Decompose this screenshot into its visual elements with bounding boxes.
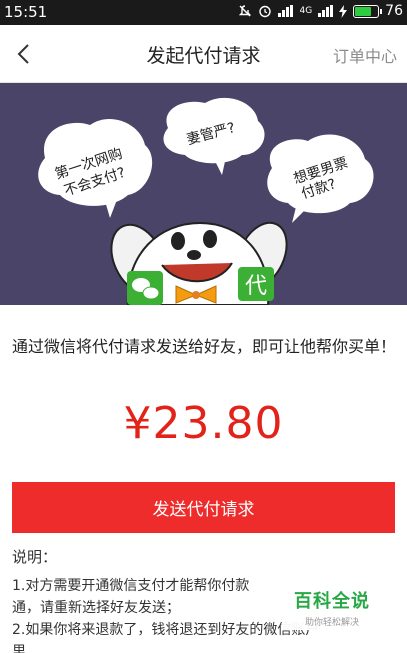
instructions-title: 说明：: [12, 548, 58, 566]
chevron-left-icon[interactable]: [10, 39, 40, 69]
mute-icon: [239, 5, 252, 17]
battery-level: 76: [385, 3, 403, 19]
battery-fill: [355, 6, 372, 16]
status-icons: 4G 76: [238, 3, 403, 19]
watermark-overlay: 百科全说 助你轻松解决: [282, 579, 382, 630]
order-center-link[interactable]: 订单中心: [333, 43, 397, 67]
speech-bubble-2: 妻管严?: [163, 97, 265, 175]
signal-icon: [278, 5, 294, 17]
speech-bubble-1: 第一次网购 不会支付?: [38, 118, 153, 218]
description-text: 通过微信将代付请求发送给好友，即可让他帮你买单！: [12, 337, 397, 356]
alarm-icon: [259, 5, 272, 18]
navigation-bar: 发起代付请求 订单中心: [0, 25, 407, 83]
payment-amount: ¥23.80: [123, 398, 284, 449]
banner-illustration: 第一次网购 不会支付? 妻管严? 想要男票 付款? 代: [38, 97, 374, 305]
network-type-label: 4G: [299, 6, 313, 16]
watermark-subtitle: 助你轻松解决: [304, 618, 359, 628]
instruction-line-4: 里: [12, 644, 26, 653]
battery-icon: [353, 4, 383, 18]
status-time: 15:51: [4, 3, 48, 21]
send-payment-request-button[interactable]: 发送代付请求: [12, 482, 395, 533]
watermark-title: 百科全说: [294, 591, 370, 612]
pay-badge-label: 代: [245, 274, 267, 299]
speech-bubble-3: 想要男票 付款?: [267, 134, 374, 223]
signal-icon-2: [318, 5, 334, 17]
charging-icon: [339, 4, 348, 18]
status-bar: 15:51 4G 76: [0, 0, 407, 25]
pay-badge: 代: [238, 267, 274, 301]
banner: 第一次网购 不会支付? 妻管严? 想要男票 付款? 代: [0, 83, 407, 305]
wechat-icon: [127, 271, 163, 305]
